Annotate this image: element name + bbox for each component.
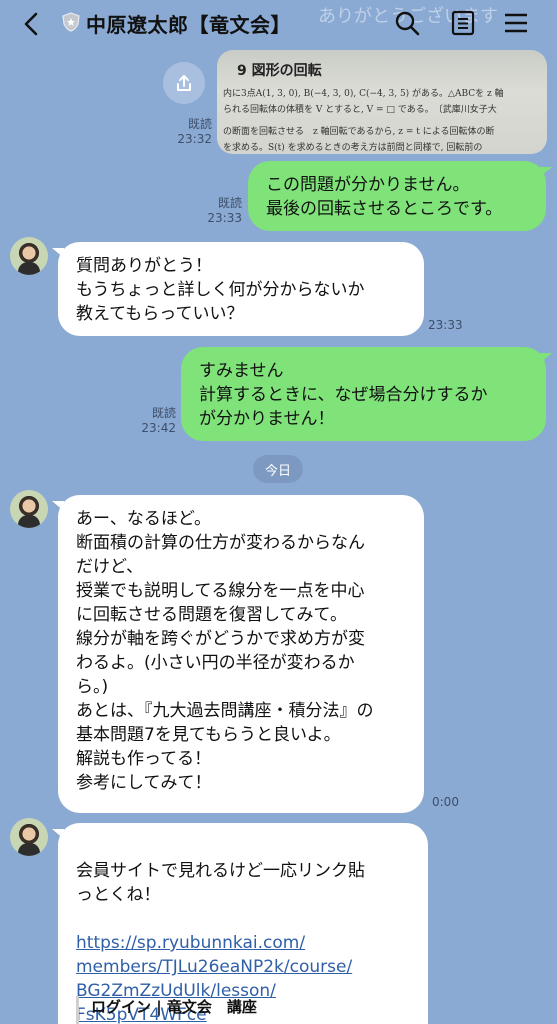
timestamp: 23:33 — [428, 318, 463, 332]
timestamp: 23:32 — [177, 132, 212, 146]
timestamp: 23:42 — [141, 421, 176, 435]
chat-title: 中原遼太郎【竜文会】 — [86, 13, 291, 37]
m3-read-status: 既読 23:42 — [136, 406, 176, 436]
date-divider: 今日 — [253, 455, 303, 483]
shield-icon — [62, 12, 80, 32]
avatar[interactable] — [10, 818, 48, 856]
notes-icon — [451, 10, 475, 36]
problem-photo[interactable]: 9 図形の回転 内に3点A(1, 3, 0), B(−4, 3, 0), C(−… — [217, 50, 547, 154]
m1-read-status: 既読 23:33 — [200, 196, 242, 226]
sent-message-bubble[interactable]: この問題が分かりません。 最後の回転させるところです。 — [248, 161, 552, 231]
back-chevron-icon — [24, 12, 38, 36]
read-label: 既読 — [187, 117, 212, 131]
share-icon — [177, 75, 191, 91]
photo-text-line: の断面を回転させる z 軸回転であるから, z = t による回転体の断 — [223, 127, 495, 137]
photo-title: 9 図形の回転 — [237, 63, 322, 79]
message-text: 会員サイトで見れるけど一応リンク貼 っとくね！ — [76, 861, 365, 905]
timestamp: 0:00 — [432, 795, 459, 809]
back-button[interactable] — [18, 10, 46, 38]
received-message-bubble[interactable]: あー、なるほど。 断面積の計算の仕方が変わるからなん だけど、 授業でも説明して… — [52, 495, 424, 813]
read-label: 既読 — [217, 196, 242, 210]
timestamp: 23:33 — [207, 211, 242, 225]
share-button[interactable] — [163, 62, 205, 104]
received-message-bubble[interactable]: 質問ありがとう！ もうちょっと詳しく何が分からないか 教えてもらっていい？ — [52, 242, 424, 336]
notes-button[interactable] — [449, 9, 477, 37]
received-message-bubble[interactable]: 会員サイトで見れるけど一応リンク貼 っとくね！ https://sp.ryubu… — [52, 823, 428, 1024]
photo-text-line: られる回転体の体積を V とすると, V = □ である。 〔武庫川女子大 — [223, 105, 497, 115]
avatar[interactable] — [10, 490, 48, 528]
search-button[interactable] — [393, 9, 421, 37]
menu-icon — [505, 13, 527, 33]
photo-text-line: 内に3点A(1, 3, 0), B(−4, 3, 0), C(−4, 3, 5)… — [223, 89, 504, 99]
image-read-status: 既読 23:32 — [176, 117, 212, 147]
search-icon — [395, 11, 420, 36]
avatar[interactable] — [10, 237, 48, 275]
menu-button[interactable] — [502, 9, 530, 37]
sent-message-bubble[interactable]: すみません 計算するときに、なぜ場合分けするか が分かりません！ — [181, 347, 552, 441]
link-preview-title[interactable]: ログイン | 竜文会 講座 — [76, 996, 257, 1024]
chat-header: 中原遼太郎【竜文会】 ありがとうございます — [0, 0, 557, 46]
photo-text-line: を求める。S(t) を求めるときの考え方は前問と同様で, 回転前の — [223, 143, 483, 153]
read-label: 既読 — [151, 406, 176, 420]
